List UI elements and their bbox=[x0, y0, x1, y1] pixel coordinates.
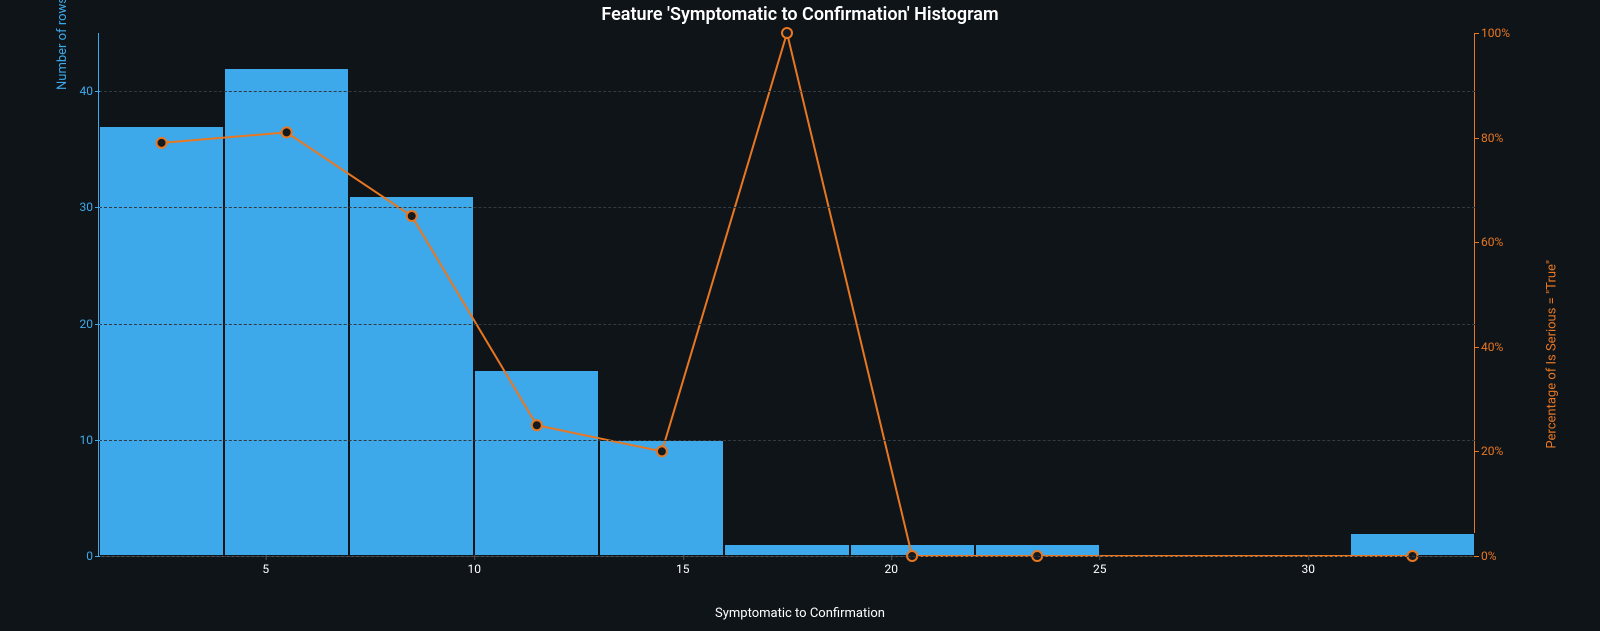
line-overlay bbox=[99, 33, 1475, 556]
chart-title: Feature 'Symptomatic to Confirmation' Hi… bbox=[0, 4, 1600, 25]
gridline bbox=[99, 440, 1475, 441]
line-point bbox=[157, 138, 167, 148]
line-point bbox=[532, 420, 542, 430]
line-point bbox=[407, 211, 417, 221]
gridline bbox=[99, 91, 1475, 92]
y-right-tick: 0% bbox=[1481, 549, 1497, 563]
y-right-tick: 100% bbox=[1481, 26, 1510, 40]
x-axis-label: Symptomatic to Confirmation bbox=[0, 606, 1600, 621]
x-tick: 5 bbox=[262, 562, 269, 576]
y-left-tick: 0 bbox=[86, 549, 93, 563]
x-tick: 15 bbox=[676, 562, 690, 576]
y-right-tick: 80% bbox=[1481, 131, 1503, 145]
x-tick: 25 bbox=[1093, 562, 1107, 576]
y-left-tick: 30 bbox=[80, 200, 94, 214]
line-point bbox=[282, 127, 292, 137]
y-left-tick: 20 bbox=[80, 317, 94, 331]
y-left-tick: 40 bbox=[80, 84, 94, 98]
y-right-tick: 40% bbox=[1481, 340, 1503, 354]
percentage-line bbox=[162, 33, 1413, 556]
x-tick: 10 bbox=[468, 562, 482, 576]
y-right-axis-label: Percentage of Is Serious = "True" bbox=[1545, 260, 1560, 449]
x-tick: 30 bbox=[1301, 562, 1315, 576]
y-right-tick: 60% bbox=[1481, 235, 1503, 249]
gridline bbox=[99, 556, 1475, 557]
y-left-tick: 10 bbox=[80, 433, 94, 447]
chart-container: Feature 'Symptomatic to Confirmation' Hi… bbox=[0, 0, 1600, 631]
y-left-axis-label: Number of rows bbox=[55, 0, 70, 90]
gridline bbox=[99, 324, 1475, 325]
gridline bbox=[99, 207, 1475, 208]
line-point bbox=[657, 446, 667, 456]
y-right-tick: 20% bbox=[1481, 444, 1503, 458]
line-point bbox=[782, 28, 792, 38]
plot-area: 0102030400%20%40%60%80%100%51015202530 bbox=[98, 33, 1475, 557]
x-tick: 20 bbox=[884, 562, 898, 576]
